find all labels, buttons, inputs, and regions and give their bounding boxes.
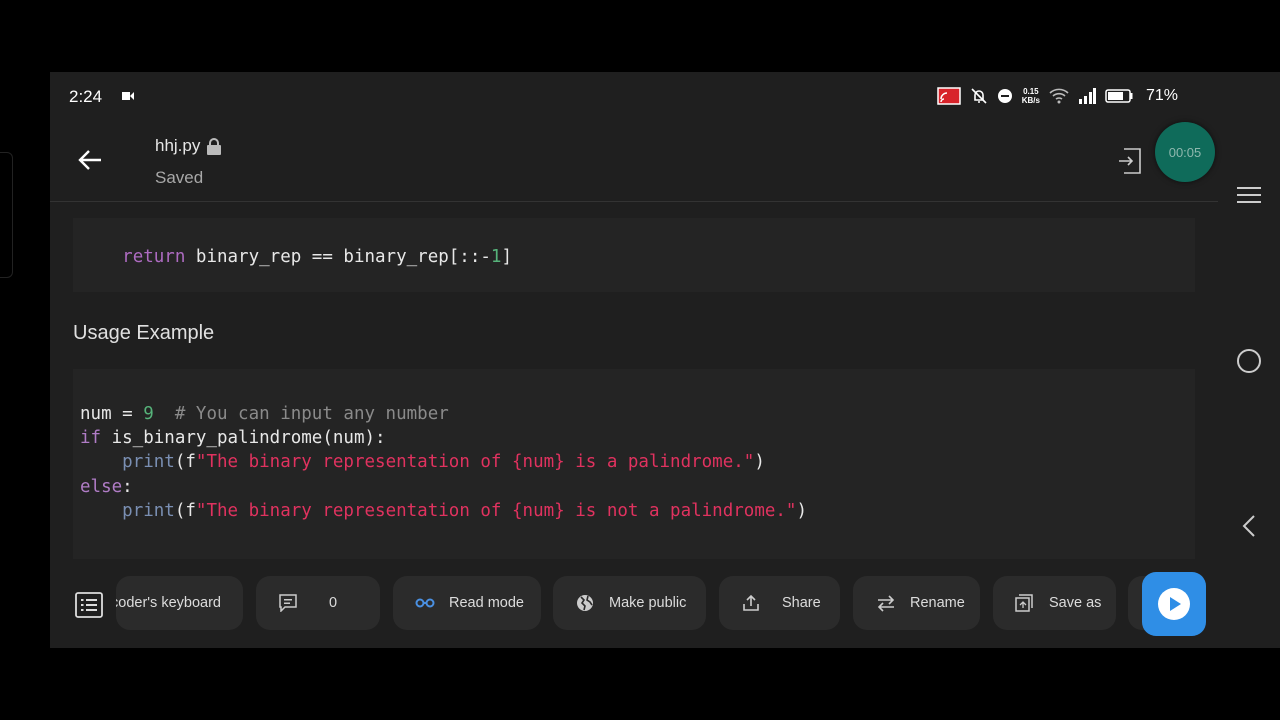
data-rate-unit: KB/s [1021, 96, 1040, 105]
read-mode-button[interactable]: Read mode [393, 576, 541, 630]
make-public-button[interactable]: Make public [553, 576, 706, 630]
comment-icon [279, 594, 297, 612]
code-text: num = [80, 404, 144, 424]
signal-icon [1078, 88, 1096, 104]
code-string: "The binary representation of {num} is a… [195, 452, 755, 473]
run-button[interactable] [1142, 572, 1206, 636]
rename-button[interactable]: Rename [853, 576, 980, 630]
save-as-button[interactable]: Save as [993, 576, 1116, 630]
video-camera-icon [122, 92, 134, 100]
app-screen: 2:24 0.15 KB/s 71% hhj.py Saved 00:05 re… [50, 72, 1280, 648]
make-public-label: Make public [609, 595, 687, 611]
read-mode-label: Read mode [449, 595, 524, 611]
play-icon [1158, 588, 1190, 620]
code-text: (f [174, 500, 196, 521]
swap-arrows-icon [877, 595, 895, 612]
data-rate-value: 0.15 [1023, 87, 1039, 96]
coders-keyboard-button[interactable]: coder's keyboard [116, 576, 243, 630]
mute-icon [971, 88, 987, 104]
comment-count: 0 [329, 595, 338, 611]
code-line: else: [80, 475, 1195, 499]
code-text: ) [754, 452, 765, 473]
code-line: print(f"The binary representation of {nu… [80, 499, 1195, 523]
code-keyword: return [122, 247, 186, 267]
code-comment: # You can input any number [153, 404, 449, 424]
code-text: ] [501, 247, 513, 267]
code-keyword: if [80, 428, 102, 449]
editor-header: hhj.py Saved 00:05 [50, 120, 1218, 202]
comments-button[interactable]: 0 [256, 576, 380, 630]
status-icons: 0.15 KB/s 71% [936, 85, 1178, 107]
system-nav-bar [1218, 172, 1280, 648]
save-as-icon [1015, 594, 1033, 612]
code-number: 9 [143, 404, 154, 424]
home-icon[interactable] [1236, 348, 1262, 374]
code-keyword: else [80, 476, 123, 497]
file-title[interactable]: hhj.py [155, 136, 222, 156]
battery-icon [1105, 89, 1133, 103]
code-text: ) [796, 500, 808, 521]
outline-list-icon[interactable] [75, 592, 103, 618]
screen-cast-icon [936, 87, 961, 105]
code-string: "The binary representation of {num} is n… [195, 500, 797, 521]
share-label: Share [782, 595, 821, 611]
code-text: binary_rep == binary_rep[::- [185, 247, 491, 267]
code-number: 1 [490, 247, 502, 267]
data-rate: 0.15 KB/s [1022, 87, 1040, 105]
code-function: print [122, 452, 175, 473]
back-arrow-icon[interactable] [77, 148, 103, 172]
status-bar: 2:24 0.15 KB/s 71% [50, 72, 1280, 120]
share-button[interactable]: Share [719, 576, 840, 630]
share-icon [743, 594, 759, 611]
code-line: if is_binary_palindrome(num): [80, 426, 1195, 450]
coders-keyboard-label: coder's keyboard [116, 595, 221, 611]
code-text: (f [174, 452, 196, 473]
code-line: print(f"The binary representation of {nu… [80, 450, 1195, 474]
wifi-icon [1049, 88, 1069, 104]
code-text: : [122, 476, 133, 497]
bottom-toolbar: coder's keyboard 0 Read mode Make public… [50, 562, 1218, 648]
code-block: return binary_rep == binary_rep[::-1] [73, 218, 1195, 292]
code-text: is_binary_palindrome(num): [101, 428, 386, 449]
code-function: print [122, 500, 175, 521]
globe-icon [577, 595, 593, 611]
editor-content: return binary_rep == binary_rep[::-1] Us… [50, 203, 1218, 561]
glasses-icon [415, 598, 435, 608]
status-time: 2:24 [69, 87, 103, 106]
rename-label: Rename [910, 595, 965, 611]
left-edge-handle [0, 152, 13, 278]
code-block-usage: num = 9 # You can input any number if is_… [73, 369, 1195, 559]
save-status: Saved [155, 168, 204, 187]
save-as-label: Save as [1049, 595, 1102, 611]
battery-percent: 71% [1145, 87, 1178, 104]
do-not-disturb-icon [997, 89, 1012, 103]
recent-apps-icon[interactable] [1236, 182, 1262, 208]
code-line: num = 9 # You can input any number [80, 402, 1195, 426]
recording-timer[interactable]: 00:05 [1155, 122, 1215, 182]
back-nav-icon[interactable] [1236, 513, 1262, 539]
lock-icon [207, 137, 222, 155]
exit-icon[interactable] [1118, 148, 1142, 174]
file-name: hhj.py [155, 136, 201, 155]
section-heading: Usage Example [73, 322, 215, 344]
